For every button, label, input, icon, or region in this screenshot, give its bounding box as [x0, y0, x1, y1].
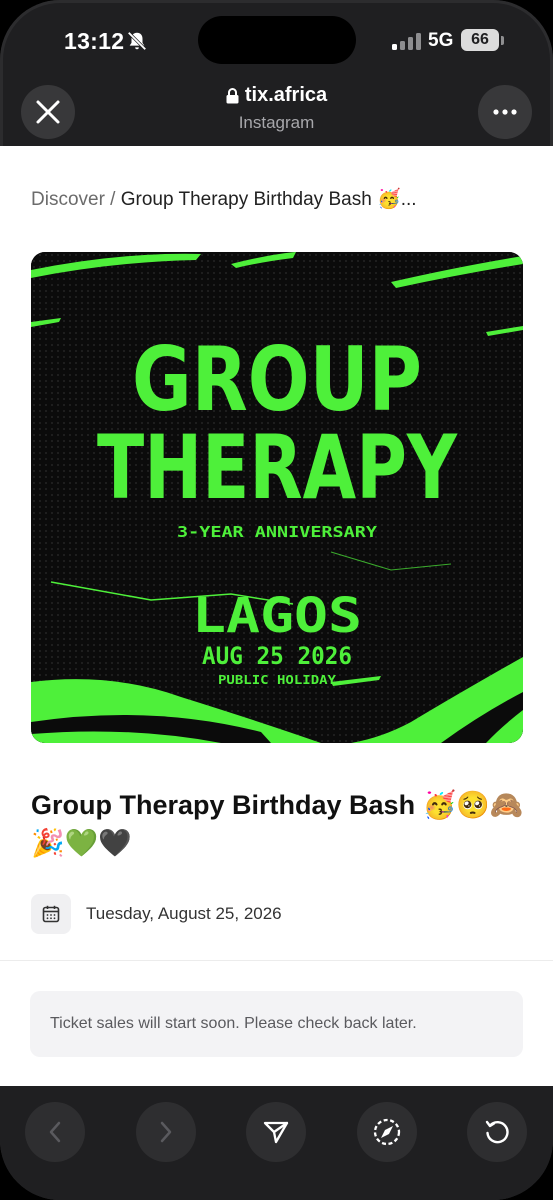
web-content: Discover / Group Therapy Birthday Bash 🥳… [0, 146, 553, 960]
url-text: tix.africa [244, 84, 328, 106]
source-app-label: Instagram [238, 113, 315, 132]
address-bar[interactable]: tix.africa Instagram [0, 84, 553, 133]
battery-icon: 66 [461, 29, 499, 51]
ticket-sales-notice: Ticket sales will start soon. Please che… [30, 991, 523, 1057]
phone-frame: 13:12 5G 66 tix.africa Instagram Discove… [0, 0, 553, 1200]
share-button[interactable] [246, 1102, 306, 1162]
more-icon [493, 109, 517, 115]
share-icon [263, 1121, 289, 1144]
poster-line2: THERAPY [97, 416, 458, 519]
poster-city: LAGOS [192, 588, 362, 644]
back-icon [49, 1121, 61, 1143]
refresh-button[interactable] [467, 1102, 527, 1162]
browser-header: tix.africa Instagram [0, 80, 553, 146]
event-title: Group Therapy Birthday Bash 🥳🥺🙈 🎉💚🖤 [31, 790, 524, 858]
lock-icon [226, 87, 239, 103]
battery-tip [501, 36, 504, 45]
ticket-sheet: Ticket sales will start soon. Please che… [0, 960, 553, 1086]
breadcrumb-current: Group Therapy Birthday Bash 🥳... [120, 189, 417, 210]
event-poster-image: GROUP THERAPY 3-YEAR ANNIVERSARY LAGOS A… [31, 252, 523, 743]
back-button[interactable] [25, 1102, 85, 1162]
poster-note: PUBLIC HOLIDAY [218, 673, 337, 687]
poster-date: AUG 25 2026 [202, 642, 352, 670]
compass-icon [373, 1118, 401, 1146]
forward-button[interactable] [136, 1102, 196, 1162]
open-in-browser-button[interactable] [357, 1102, 417, 1162]
calendar-icon [42, 905, 60, 923]
event-date: Tuesday, August 25, 2026 [86, 904, 282, 923]
network-label: 5G [428, 30, 454, 51]
signal-icon [392, 32, 422, 50]
status-bar: 13:12 5G 66 [0, 0, 553, 80]
poster-subtitle: 3-YEAR ANNIVERSARY [177, 523, 377, 541]
forward-icon [160, 1121, 172, 1143]
status-time: 13:12 [64, 28, 125, 54]
dynamic-island [198, 16, 356, 64]
breadcrumb-discover-link[interactable]: Discover [31, 189, 105, 210]
more-button[interactable] [478, 85, 532, 139]
browser-toolbar [0, 1086, 553, 1200]
calendar-icon-box [31, 894, 71, 934]
bell-slash-icon [127, 31, 147, 51]
refresh-icon [485, 1120, 509, 1144]
breadcrumb: Discover / Group Therapy Birthday Bash 🥳… [31, 187, 417, 211]
breadcrumb-separator: / [104, 189, 121, 210]
event-date-row: Tuesday, August 25, 2026 [31, 894, 282, 934]
